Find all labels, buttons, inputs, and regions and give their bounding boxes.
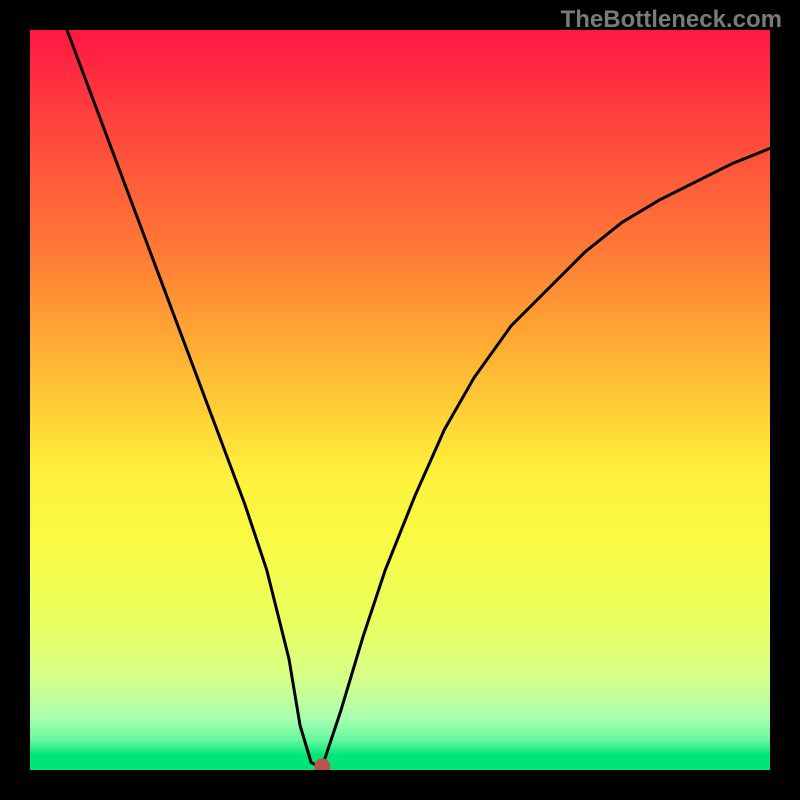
curve-svg <box>30 30 770 770</box>
bottleneck-curve <box>67 30 770 766</box>
chart-plot-area <box>30 30 770 770</box>
minimum-marker <box>314 758 330 770</box>
watermark-text: TheBottleneck.com <box>561 6 782 34</box>
